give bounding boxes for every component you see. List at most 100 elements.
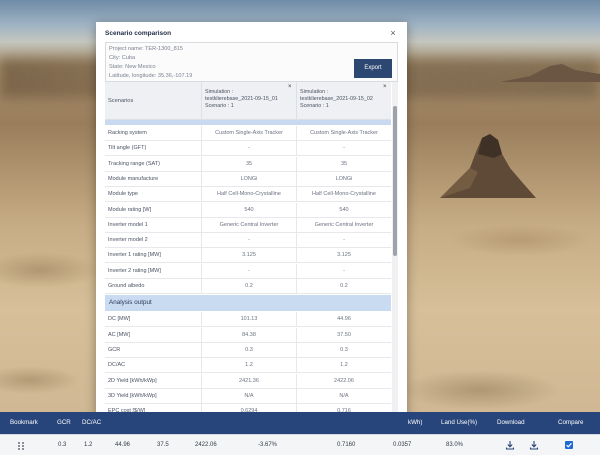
project-city: City: Cuba [109, 55, 136, 61]
download-icon[interactable] [505, 440, 515, 450]
checkmark-icon [566, 442, 572, 448]
simulation-1-line1: Simulation : [205, 89, 234, 95]
row-label: Inverter model 1 [108, 221, 148, 228]
row-value-sim-1: Generic Central Inverter [201, 217, 296, 232]
row-label: Inverter 1 rating [MW] [108, 252, 161, 259]
row-value-sim-1: 0.3 [201, 342, 296, 357]
table-header-row: Scenarios Simulation : testklierebase_20… [105, 82, 391, 120]
row-value-sim-1: 3.125 [201, 248, 296, 263]
row-value-sim-2: 2422.06 [296, 373, 391, 388]
row-value-sim-2: 1.2 [296, 358, 391, 373]
value-yield: 2422.06 [195, 442, 217, 448]
table-row: GCR 0.3 0.3 [105, 342, 391, 358]
table-row: Inverter model 2 -- [105, 233, 391, 249]
col-land-use: Land Use(%) [441, 419, 478, 426]
remove-simulation-1-icon[interactable]: × [288, 84, 292, 90]
table-row: AC [MW] 84.38 37.50 [105, 327, 391, 343]
simulation-column-1: Simulation : testklierebase_2021-09-15_0… [201, 82, 296, 120]
analysis-output-label: Analysis output [109, 299, 152, 307]
table-row: Racking system Custom Single-Axis Tracker… [105, 126, 391, 141]
close-icon[interactable]: × [388, 28, 398, 38]
value-change-losses: -3.67% [258, 442, 278, 448]
row-label: DC/AC [108, 362, 126, 369]
download-alt-icon[interactable] [529, 440, 539, 450]
row-value-sim-2: - [296, 263, 391, 278]
row-value-sim-2: 3.125 [296, 248, 391, 263]
row-value-sim-2: 44.96 [296, 312, 391, 327]
table-row: Inverter 2 rating [MW] - - [105, 263, 391, 279]
simulation-2-name: testklierebase_2021-09-15_02 [300, 96, 373, 102]
butte-landform [440, 134, 536, 198]
simulation-column-2: Simulation : testklierebase_2021-09-15_0… [296, 82, 391, 120]
simulation-1-scenario: Scenario : 1 [205, 103, 234, 109]
project-name: Project name: TER-1300_815 [109, 46, 183, 52]
scenario-comparison-dialog: Scenario comparison × Project name: TER-… [96, 22, 407, 417]
compare-checkbox[interactable] [565, 441, 573, 449]
col-yield-kwh: kWh) [408, 419, 423, 426]
table-row: Module manufacture LONGi LONGi [105, 171, 391, 187]
row-label: Module manufacture [108, 175, 159, 182]
row-label: GCR [108, 346, 121, 353]
project-state: State: New Mexico [109, 64, 156, 70]
row-label: Inverter 2 rating [MW] [108, 267, 161, 274]
row-label: Module rating [W] [108, 206, 152, 213]
results-data-row[interactable]: 0.3 1.2 44.96 37.5 2422.06 -3.67% 0.7160… [0, 434, 600, 455]
table-row: Inverter model 1 Generic Central Inverter… [105, 217, 391, 233]
row-label: 2D Yield [kWh/kWp] [108, 377, 157, 384]
row-label: Tilt angle (GFT) [108, 145, 147, 152]
table-row: DC [MW] 101.13 44.96 [105, 312, 391, 328]
remove-simulation-2-icon[interactable]: × [383, 84, 387, 90]
value-dcac: 1.2 [84, 442, 93, 448]
row-value-sim-1: N/A [201, 388, 296, 403]
row-value-sim-2: Generic Central Inverter [296, 217, 391, 232]
row-value-sim-1: LONGi [201, 171, 296, 186]
row-value-sim-2: 0.3 [296, 342, 391, 357]
row-value-sim-2: 37.50 [296, 327, 391, 342]
row-value-sim-1: - [201, 263, 296, 278]
drag-handle-icon[interactable] [18, 442, 25, 450]
table-scroll-thumb[interactable] [393, 106, 397, 256]
table-row: 2D Yield [kWh/kWp] 2421.36 2422.06 [105, 373, 391, 389]
row-label: Module type [108, 191, 138, 198]
value-land-use: 83.0% [446, 442, 464, 448]
col-gcr: GCR [57, 419, 71, 426]
col-bookmark: Bookmark [10, 419, 38, 426]
row-label: Tracking range (SAT) [108, 160, 160, 167]
table-row: DC/AC 1.2 1.2 [105, 358, 391, 374]
row-value-sim-1: - [201, 233, 296, 248]
selection-strip [105, 120, 391, 125]
simulation-1-label: Simulation : testklierebase_2021-09-15_0… [205, 89, 291, 110]
scenarios-header-label: Scenarios [108, 98, 134, 104]
comparison-table: Scenarios Simulation : testklierebase_20… [105, 82, 398, 417]
row-value-sim-1: 101.13 [201, 312, 296, 327]
row-value-sim-2: - [296, 233, 391, 248]
value-slcoe: 0.0357 [393, 442, 412, 448]
distant-ridge [500, 64, 600, 82]
dialog-header: Scenario comparison × [96, 22, 407, 42]
table-row: Ground albedo 0.2 0.2 [105, 279, 391, 294]
simulation-2-scenario: Scenario : 1 [300, 103, 329, 109]
results-bottom-bar: Bookmark GCR DC/AC kWh) Land Use(%) Down… [0, 412, 600, 455]
row-value-sim-2: Custom Single-Axis Tracker [296, 126, 391, 140]
row-label: Ground albedo [108, 283, 145, 289]
row-value-sim-2: 540 [296, 202, 391, 217]
table-row: Inverter 1 rating [MW] 3.125 3.125 [105, 248, 391, 264]
row-value-sim-1: 2421.36 [201, 373, 296, 388]
row-label: DC [MW] [108, 316, 131, 323]
row-value-sim-1: Custom Single-Axis Tracker [201, 126, 296, 140]
col-download: Download [497, 419, 525, 426]
table-row: 3D Yield [kWh/kWp] N/A N/A [105, 388, 391, 404]
table-row: Tilt angle (GFT) - - [105, 141, 391, 157]
row-label: Racking system [108, 130, 147, 136]
row-value-sim-1: 35 [201, 156, 296, 171]
col-compare: Compare [558, 419, 584, 426]
value-ac: 37.5 [157, 442, 169, 448]
simulation-2-line1: Simulation : [300, 89, 329, 95]
export-button[interactable]: Export [354, 59, 392, 78]
row-value-sim-1: 540 [201, 202, 296, 217]
dialog-title: Scenario comparison [105, 30, 172, 37]
row-label: Inverter model 2 [108, 237, 148, 244]
row-value-sim-2: N/A [296, 388, 391, 403]
row-value-sim-2: 0.2 [296, 279, 391, 293]
simulation-1-name: testklierebase_2021-09-15_01 [205, 96, 278, 102]
